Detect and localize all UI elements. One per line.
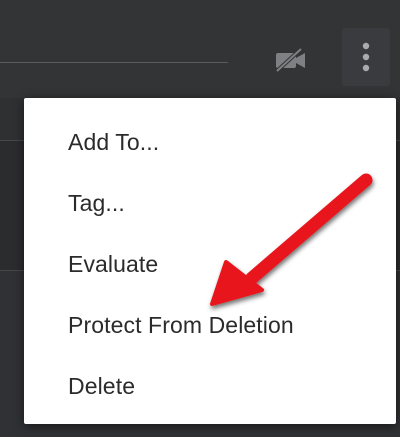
toolbar-divider — [0, 62, 228, 63]
menu-item-protect-from-deletion[interactable]: Protect From Deletion — [24, 295, 396, 356]
menu-item-add-to[interactable]: Add To... — [24, 112, 396, 173]
menu-item-tag[interactable]: Tag... — [24, 173, 396, 234]
more-options-button[interactable] — [342, 28, 390, 86]
video-off-icon — [275, 47, 305, 73]
top-toolbar — [0, 0, 400, 98]
context-menu: Add To... Tag... Evaluate Protect From D… — [24, 98, 396, 424]
menu-item-evaluate[interactable]: Evaluate — [24, 234, 396, 295]
kebab-vertical-icon — [362, 42, 370, 72]
menu-item-delete[interactable]: Delete — [24, 356, 396, 417]
app-window: Add To... Tag... Evaluate Protect From D… — [0, 0, 400, 437]
video-off-button[interactable] — [270, 42, 312, 78]
